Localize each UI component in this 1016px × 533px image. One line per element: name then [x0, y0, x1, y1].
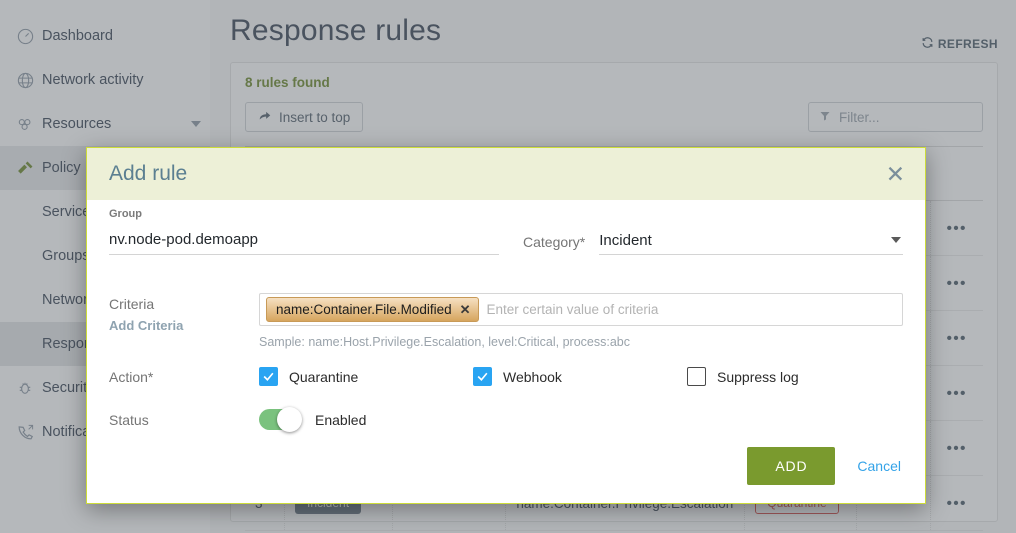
- add-criteria-label[interactable]: Add Criteria: [109, 318, 259, 333]
- category-select[interactable]: Incident: [599, 227, 903, 255]
- checkbox-label: Quarantine: [289, 368, 359, 385]
- group-input[interactable]: [109, 227, 499, 255]
- chevron-down-icon: [891, 237, 901, 243]
- app-root: Dashboard Network activity Resources Pol…: [0, 0, 1016, 533]
- category-value: Incident: [599, 232, 652, 249]
- checkbox-unchecked-icon: [687, 367, 706, 386]
- dialog-body: Group Category* Incident Criteria Add Cr…: [87, 200, 925, 447]
- toggle-knob: [277, 407, 302, 432]
- criteria-chip[interactable]: name:Container.File.Modified ✕: [266, 297, 479, 322]
- status-label: Status: [109, 411, 149, 428]
- criteria-chips-input[interactable]: name:Container.File.Modified ✕ Enter cer…: [259, 293, 903, 326]
- add-button[interactable]: ADD: [747, 447, 836, 485]
- checkbox-webhook[interactable]: Webhook: [473, 367, 687, 386]
- group-field: Group: [109, 208, 499, 255]
- criteria-field: name:Container.File.Modified ✕ Enter cer…: [259, 293, 903, 349]
- chip-close-icon[interactable]: ✕: [460, 302, 471, 318]
- criteria-input-placeholder: Enter certain value of criteria: [486, 302, 659, 317]
- checkbox-label: Webhook: [503, 368, 562, 385]
- category-field: Category* Incident: [523, 227, 903, 255]
- criteria-chip-label: name:Container.File.Modified: [276, 302, 452, 317]
- dialog-title: Add rule: [109, 162, 188, 185]
- group-category-row: Group Category* Incident: [109, 208, 903, 255]
- checkbox-checked-icon: [259, 367, 278, 386]
- status-toggle-wrap: Enabled: [259, 407, 367, 432]
- criteria-labels: Criteria Add Criteria: [109, 293, 259, 349]
- cancel-button[interactable]: Cancel: [857, 458, 901, 474]
- checkbox-checked-icon: [473, 367, 492, 386]
- action-checkbox-group: Quarantine Webhook Suppress log: [259, 367, 903, 386]
- criteria-sample-text: Sample: name:Host.Privilege.Escalation, …: [259, 335, 630, 349]
- close-icon[interactable]: ✕: [886, 162, 905, 186]
- add-rule-dialog: Add rule ✕ Group Category* Incident: [86, 147, 926, 504]
- group-label: Group: [109, 208, 142, 220]
- checkbox-label: Suppress log: [717, 368, 799, 385]
- dialog-footer: ADD Cancel: [87, 447, 925, 503]
- action-row: Action* Quarantine Webhook Suppress log: [109, 367, 903, 386]
- category-label: Category*: [523, 234, 586, 250]
- status-row: Status Enabled: [109, 407, 903, 432]
- checkbox-quarantine[interactable]: Quarantine: [259, 367, 473, 386]
- criteria-label: Criteria: [109, 296, 155, 312]
- checkbox-suppress-log[interactable]: Suppress log: [687, 367, 901, 386]
- status-toggle-label: Enabled: [315, 411, 367, 428]
- action-label: Action*: [109, 368, 154, 385]
- status-toggle[interactable]: [259, 407, 302, 432]
- dialog-header: Add rule ✕: [87, 148, 925, 200]
- criteria-row: Criteria Add Criteria name:Container.Fil…: [109, 293, 903, 349]
